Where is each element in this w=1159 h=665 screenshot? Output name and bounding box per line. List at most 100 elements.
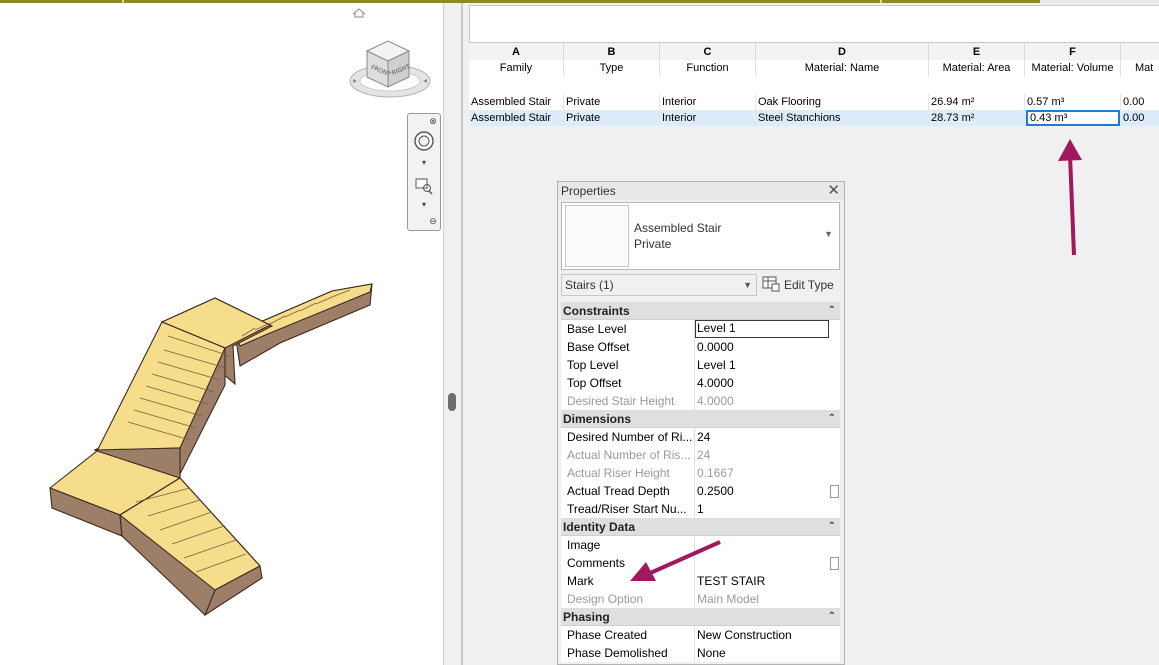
collapse-icon[interactable]: ⌃ (828, 302, 836, 320)
param-value[interactable]: 1 (695, 500, 829, 518)
param-value[interactable]: TEST STAIR (695, 572, 829, 590)
collapse-icon[interactable]: ⌃ (828, 518, 836, 536)
group-dimensions[interactable]: Dimensions ⌃ (561, 410, 840, 428)
param-row[interactable]: Phase Created New Construction (561, 626, 840, 644)
group-identity-data[interactable]: Identity Data ⌃ (561, 518, 840, 536)
param-row-readonly: Actual Number of Ris... 24 (561, 446, 840, 464)
cell-material-area[interactable]: 28.73 m² (929, 110, 1025, 126)
param-label: Base Level (561, 320, 695, 338)
home-icon[interactable] (352, 8, 366, 18)
param-value[interactable]: Level 1 (695, 356, 829, 374)
cell-mat-truncated[interactable]: 0.00 (1121, 94, 1159, 110)
col-header-type[interactable]: Type (564, 60, 660, 76)
param-row[interactable]: Actual Tread Depth 0.2500 (561, 482, 840, 500)
group-constraints[interactable]: Constraints ⌃ (561, 302, 840, 320)
param-label: Top Level (561, 356, 695, 374)
3d-view-pane[interactable]: FRONT RIGHT ⊗ ▾ ▾ ⊖ (0, 3, 443, 665)
param-row[interactable]: Base Level Level 1 (561, 320, 840, 338)
param-value[interactable]: None (695, 644, 829, 662)
properties-title[interactable]: Properties (558, 182, 844, 200)
col-header-family[interactable]: Family (469, 60, 564, 76)
chevron-down-icon[interactable]: ▾ (408, 158, 440, 167)
zoom-region-icon[interactable] (408, 176, 440, 199)
col-letter-e[interactable]: E (929, 44, 1025, 60)
param-row-mark[interactable]: Mark TEST STAIR (561, 572, 840, 590)
splitter-handle[interactable] (448, 393, 456, 411)
param-row[interactable]: Phase Demolished None (561, 644, 840, 662)
steering-wheel-icon[interactable] (408, 130, 440, 155)
cell-type[interactable]: Private (564, 110, 660, 126)
cell-material-volume-active[interactable]: 0.43 m³ (1026, 110, 1120, 126)
param-row[interactable]: Desired Number of Ri... 24 (561, 428, 840, 446)
param-edit-button[interactable] (830, 485, 839, 498)
instance-filter-dropdown[interactable]: Stairs (1) ▼ (561, 274, 757, 296)
schedule-grid: A B C D E F Family Type Function Materia… (469, 44, 1159, 126)
param-button-cell (829, 626, 840, 644)
table-row[interactable]: Assembled Stair Private Interior Oak Flo… (469, 94, 1159, 110)
chevron-down-icon[interactable]: ▼ (824, 229, 833, 239)
param-row[interactable]: Top Offset 4.0000 (561, 374, 840, 392)
cell-family[interactable]: Assembled Stair (469, 110, 564, 126)
chevron-down-icon[interactable]: ▼ (743, 275, 752, 295)
param-value[interactable]: 0.0000 (695, 338, 829, 356)
param-label: Design Option (561, 590, 695, 608)
col-letter-f[interactable]: F (1025, 44, 1121, 60)
cell-material-area[interactable]: 26.94 m² (929, 94, 1025, 110)
param-value[interactable]: 24 (695, 428, 829, 446)
stair-3d-model[interactable] (40, 278, 385, 623)
cell-material-name[interactable]: Steel Stanchions (756, 110, 929, 126)
param-value[interactable]: 0.2500 (695, 482, 829, 500)
param-label: Phase Created (561, 626, 695, 644)
col-letter-d[interactable]: D (756, 44, 929, 60)
param-button-cell (829, 392, 840, 410)
navigation-bar: ⊗ ▾ ▾ ⊖ (407, 113, 441, 231)
collapse-icon[interactable]: ⊖ (428, 216, 438, 227)
param-row[interactable]: Comments (561, 554, 840, 572)
cell-function[interactable]: Interior (660, 110, 756, 126)
cell-family[interactable]: Assembled Stair (469, 94, 564, 110)
close-icon[interactable]: ⊗ (428, 116, 438, 127)
param-value-input[interactable]: Level 1 (695, 320, 829, 338)
col-letter-a[interactable]: A (469, 44, 564, 60)
param-row[interactable]: Top Level Level 1 (561, 356, 840, 374)
param-value: 4.0000 (695, 392, 829, 410)
cell-material-volume[interactable]: 0.57 m³ (1025, 94, 1121, 110)
param-row[interactable]: Image (561, 536, 840, 554)
param-value[interactable] (695, 536, 829, 554)
edit-type-button[interactable]: Edit Type (762, 274, 834, 296)
param-label: Desired Stair Height (561, 392, 695, 410)
col-header-material-area[interactable]: Material: Area (929, 60, 1025, 76)
close-icon[interactable]: ✕ (827, 182, 840, 200)
param-row[interactable]: Tread/Riser Start Nu... 1 (561, 500, 840, 518)
type-name-label: Private (634, 237, 672, 251)
wheel-glyph (414, 131, 434, 151)
group-phasing[interactable]: Phasing ⌃ (561, 608, 840, 626)
collapse-icon[interactable]: ⌃ (828, 410, 836, 428)
cell-material-name[interactable]: Oak Flooring (756, 94, 929, 110)
cell-function[interactable]: Interior (660, 94, 756, 110)
col-header-material-name[interactable]: Material: Name (756, 60, 929, 76)
group-label: Dimensions (563, 412, 632, 426)
param-edit-button[interactable] (830, 557, 839, 570)
chevron-down-icon[interactable]: ▾ (408, 200, 440, 209)
param-row[interactable]: Base Offset 0.0000 (561, 338, 840, 356)
param-value[interactable] (695, 554, 829, 572)
param-value[interactable]: 4.0000 (695, 374, 829, 392)
view-splitter[interactable] (443, 3, 461, 665)
viewcube-icon[interactable]: FRONT RIGHT (345, 31, 435, 103)
table-row-selected[interactable]: Assembled Stair Private Interior Steel S… (469, 110, 1159, 126)
col-header-function[interactable]: Function (660, 60, 756, 76)
col-letter-g[interactable] (1121, 44, 1159, 60)
col-letter-b[interactable]: B (564, 44, 660, 60)
schedule-title-area (469, 5, 1159, 43)
type-selector[interactable]: Assembled Stair Private ▼ (561, 202, 840, 270)
instance-filter-label: Stairs (1) (565, 278, 614, 292)
col-header-material-volume[interactable]: Material: Volume (1025, 60, 1121, 76)
collapse-icon[interactable]: ⌃ (828, 608, 836, 626)
param-row-readonly: Desired Stair Height 4.0000 (561, 392, 840, 410)
col-letter-c[interactable]: C (660, 44, 756, 60)
cell-type[interactable]: Private (564, 94, 660, 110)
param-value[interactable]: New Construction (695, 626, 829, 644)
col-header-mat-truncated[interactable]: Mat (1121, 60, 1159, 76)
cell-mat-truncated[interactable]: 0.00 (1121, 110, 1159, 126)
